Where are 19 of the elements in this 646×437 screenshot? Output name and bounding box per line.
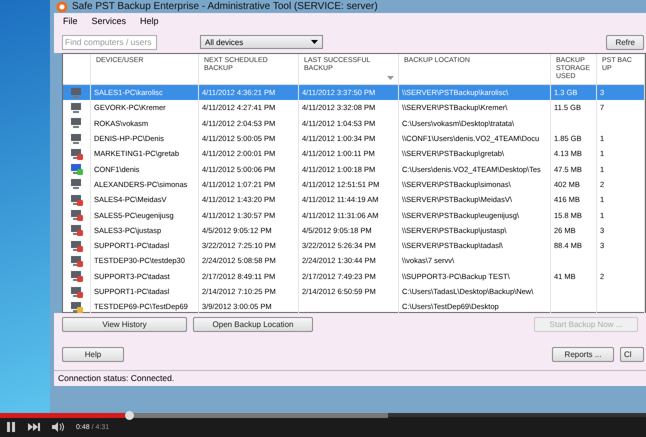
- footer-button[interactable]: Cl: [620, 346, 644, 362]
- pause-icon[interactable]: [6, 422, 16, 432]
- footer-button[interactable]: Reports ...: [552, 346, 614, 362]
- search-field[interactable]: Find computers / users: [62, 34, 157, 50]
- window-title: Safe PST Backup Enterprise - Administrative Tool (SERVICE: server): [72, 1, 378, 12]
- action-button[interactable]: View History: [62, 317, 187, 332]
- caret-icon: [311, 40, 318, 44]
- footer-button[interactable]: Help: [62, 346, 124, 362]
- app-logo-icon: [56, 0, 68, 12]
- seek-handle[interactable]: [125, 411, 134, 420]
- action-button[interactable]: Open Backup Location: [193, 317, 313, 332]
- refresh-button[interactable]: Refre: [606, 34, 644, 50]
- menu-item[interactable]: Services: [92, 16, 126, 28]
- next-icon[interactable]: [28, 423, 40, 431]
- status-text: Connection status: Connected.: [58, 373, 174, 383]
- device-filter-dropdown[interactable]: All devices: [200, 35, 323, 49]
- menu-item[interactable]: File: [63, 16, 78, 28]
- volume-icon[interactable]: [52, 422, 64, 432]
- menu-item[interactable]: Help: [140, 16, 159, 28]
